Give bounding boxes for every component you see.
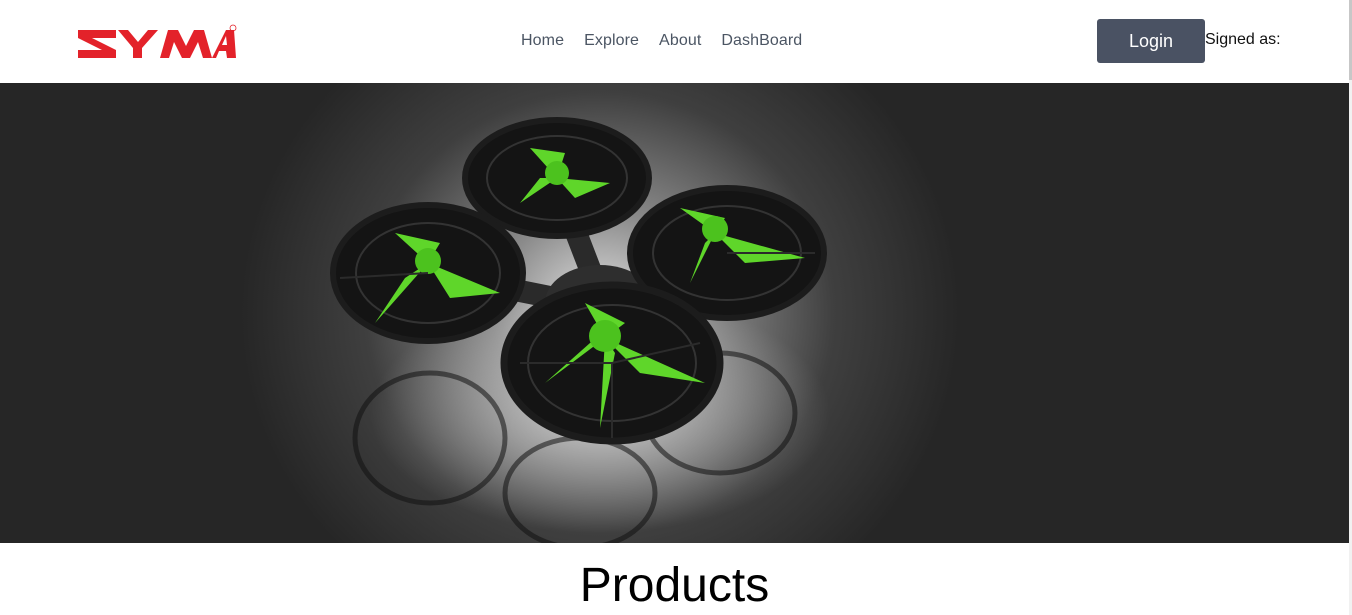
syma-logo[interactable] <box>76 24 238 64</box>
hero-banner <box>0 83 1349 543</box>
nav-explore[interactable]: Explore <box>584 31 639 51</box>
header: Home Explore About DashBoard Login Signe… <box>0 0 1349 83</box>
page: Home Explore About DashBoard Login Signe… <box>0 0 1349 615</box>
products-heading: Products <box>579 559 770 612</box>
drone-image <box>330 117 830 543</box>
nav-dashboard[interactable]: DashBoard <box>721 31 802 51</box>
login-button[interactable]: Login <box>1097 19 1205 63</box>
nav-about[interactable]: About <box>659 31 701 51</box>
nav-home[interactable]: Home <box>521 31 564 51</box>
signed-as-label: Signed as: <box>1205 31 1281 48</box>
rotor-back <box>462 117 652 239</box>
main-nav: Home Explore About DashBoard <box>521 31 822 51</box>
